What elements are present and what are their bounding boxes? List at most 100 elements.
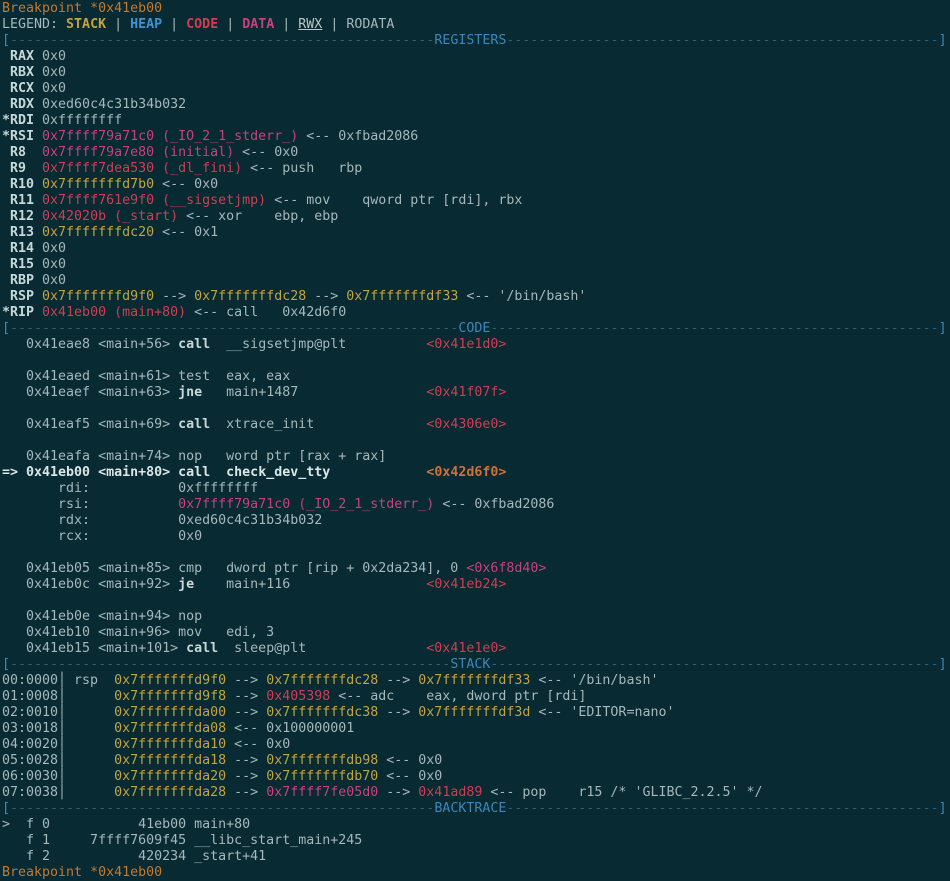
register-row: RSP 0x7fffffffd9f0 --> 0x7fffffffdc28 --… — [2, 289, 950, 305]
code-row: 0x41eb10 <main+96> mov edi, 3 — [2, 625, 950, 641]
backtrace-frame: > f 0 41eb00 main+80 — [2, 817, 950, 833]
text-segment: 0x41eaef <main+63> — [2, 385, 178, 400]
text-segment: je — [178, 577, 194, 592]
text-segment: | — [106, 17, 130, 32]
text-segment: *RIP — [2, 305, 42, 320]
text-segment: --> — [378, 785, 418, 800]
text-segment: 02:0010│ — [2, 705, 114, 720]
text-segment: DATA — [242, 17, 274, 32]
text-segment: --> — [226, 689, 266, 704]
text-segment: RBX — [2, 65, 42, 80]
divider-stack: [ ---------------------------------------… — [2, 657, 950, 673]
breakpoint-status-line: Breakpoint *0x41eb00 — [2, 865, 950, 881]
text-segment: 0x7fffffffdf33 — [418, 673, 530, 688]
text-segment: <-- push rbp — [242, 161, 362, 176]
divider-bracket: [ — [2, 801, 10, 816]
section-header: Breakpoint *0x41eb00LEGEND: STACK | HEAP… — [2, 1, 950, 33]
divider-dashes: ----------------------------------------… — [490, 657, 938, 672]
text-segment: 0x7fffffffd9f0 — [114, 673, 226, 688]
text-segment: 0xffffffff — [42, 113, 122, 128]
divider-label: BACKTRACE — [434, 801, 506, 816]
text-segment: 0x41eb0c <main+92> — [2, 577, 178, 592]
text-segment: 0x7fffffffdc28 — [194, 289, 306, 304]
text-segment: | — [162, 17, 186, 32]
text-segment: RWX — [298, 17, 322, 32]
text-segment: 0x7fffffffd7b0 — [42, 177, 154, 192]
register-row: *RIP 0x41eb00 (main+80) <-- call 0x42d6f… — [2, 305, 950, 321]
text-segment: 0x7fffffffdb98 — [266, 753, 378, 768]
text-segment: RCX — [2, 81, 42, 96]
text-segment: 0x7ffff79a71c0 (_IO_2_1_stderr_) — [42, 129, 298, 144]
divider-bracket: [ — [2, 657, 10, 672]
divider-bracket: [ — [2, 33, 10, 48]
text-segment: 0x41eaed <main+61> test eax, eax — [2, 369, 290, 384]
text-segment: <-- 0x0 — [378, 769, 442, 784]
text-segment: --> — [306, 289, 346, 304]
text-segment: <0x42d6f0> — [426, 465, 506, 480]
text-segment: > f 0 41eb00 main+80 — [2, 817, 250, 832]
text-segment: R10 — [2, 177, 42, 192]
text-segment: 0x0 — [42, 257, 66, 272]
divider-bracket: ] — [939, 33, 947, 48]
text-segment: 0x7fffffffd9f8 — [114, 689, 226, 704]
text-segment: <0x41e1d0> — [426, 337, 506, 352]
text-segment: *RSI — [2, 129, 42, 144]
text-segment: <-- 0x1 — [154, 225, 218, 240]
call-arg-row: rdx: 0xed60c4c31b34b032 — [2, 513, 950, 529]
text-segment: sleep@plt — [218, 641, 426, 656]
text-segment: <-- xor ebp, ebp — [178, 209, 338, 224]
text-segment: R9 — [2, 161, 42, 176]
call-arg-row: rsi: 0x7ffff79a71c0 (_IO_2_1_stderr_) <-… — [2, 497, 950, 513]
code-row: 0x41eaef <main+63> jne main+1487 <0x41f0… — [2, 385, 950, 401]
text-segment: 0x7fffffffda20 — [114, 769, 226, 784]
code-row — [2, 593, 950, 609]
text-segment: 0x7ffff7fe05d0 — [266, 785, 378, 800]
text-segment: 0x42020b (_start) — [42, 209, 178, 224]
divider-dashes: ----------------------------------------… — [506, 33, 938, 48]
backtrace-frame: f 2 420234 _start+41 — [2, 849, 950, 865]
text-segment: LEGEND: — [2, 17, 66, 32]
code-row: 0x41eb0c <main+92> je main+116 <0x41eb24… — [2, 577, 950, 593]
code-row-current: => 0x41eb00 <main+80> call check_dev_tty… — [2, 465, 950, 481]
text-segment: 0x7fffffffda10 — [114, 737, 226, 752]
text-segment: f 1 7ffff7609f45 __libc_start_main+245 — [2, 833, 362, 848]
text-segment: call — [186, 641, 218, 656]
text-segment: <0x4306e0> — [426, 417, 506, 432]
divider-dashes: ----------------------------------------… — [10, 321, 458, 336]
register-row: R9 0x7ffff7dea530 (_dl_fini) <-- push rb… — [2, 161, 950, 177]
text-segment: *RDI — [2, 113, 42, 128]
code-row: 0x41eafa <main+74> nop word ptr [rax + r… — [2, 449, 950, 465]
text-segment: <0x41f07f> — [426, 385, 506, 400]
stack-row: 03:0018│ 0x7fffffffda08 <-- 0x100000001 — [2, 721, 950, 737]
text-segment: 01:0008│ — [2, 689, 114, 704]
text-segment: <-- 0x0 — [234, 145, 298, 160]
text-segment: 0x7fffffffdc20 — [42, 225, 154, 240]
text-segment: 0x0 — [42, 81, 66, 96]
text-segment: <-- 0x0 — [154, 177, 218, 192]
divider-dashes: ----------------------------------------… — [506, 801, 938, 816]
text-segment: 0x7fffffffdf3d — [418, 705, 530, 720]
text-segment: <-- '/bin/bash' — [530, 673, 658, 688]
text-segment: jne — [178, 385, 202, 400]
divider-registers: [ ---------------------------------------… — [2, 33, 950, 49]
text-segment: RODATA — [346, 17, 394, 32]
section-backtrace: [ ---------------------------------------… — [2, 801, 950, 865]
terminal[interactable]: Breakpoint *0x41eb00LEGEND: STACK | HEAP… — [0, 0, 950, 881]
divider-label: REGISTERS — [434, 33, 506, 48]
register-row: RCX 0x0 — [2, 81, 950, 97]
text-segment: 0x7fffffffda18 — [114, 753, 226, 768]
text-segment: Breakpoint *0x41eb00 — [2, 1, 162, 16]
register-row: RBP 0x0 — [2, 273, 950, 289]
breakpoint-status-line: Breakpoint *0x41eb00 — [2, 1, 950, 17]
register-row: *RSI 0x7ffff79a71c0 (_IO_2_1_stderr_) <-… — [2, 129, 950, 145]
text-segment: 0x0 — [42, 49, 66, 64]
text-segment: 0x7fffffffda28 — [114, 785, 226, 800]
code-row: 0x41eb05 <main+85> cmp dword ptr [rip + … — [2, 561, 950, 577]
divider-bracket: [ — [2, 321, 10, 336]
text-segment: --> — [226, 753, 266, 768]
text-segment: rcx: 0x0 — [2, 529, 202, 544]
legend-line: LEGEND: STACK | HEAP | CODE | DATA | RWX… — [2, 17, 950, 33]
text-segment: <-- 'EDITOR=nano' — [530, 705, 674, 720]
text-segment: 0x41eb15 <main+101> — [2, 641, 186, 656]
register-row: R14 0x0 — [2, 241, 950, 257]
